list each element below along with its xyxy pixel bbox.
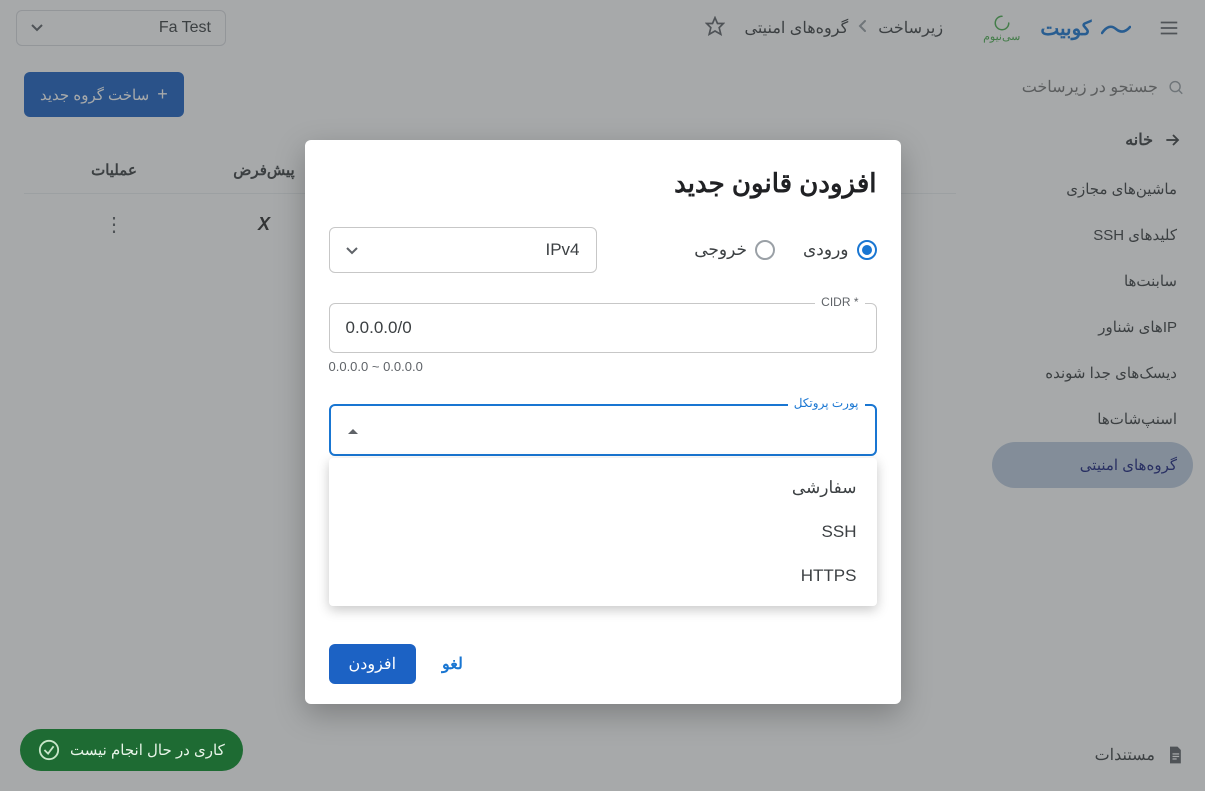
modal-title: افزودن قانون جدید: [329, 168, 877, 199]
ip-version-select[interactable]: IPv4: [329, 227, 597, 273]
protocol-label: پورت پروتکل: [788, 396, 865, 410]
protocol-option-custom[interactable]: سفارشی: [329, 466, 877, 510]
add-rule-modal: افزودن قانون جدید ورودی خروجی IPv4: [305, 140, 901, 704]
caret-up-icon: [347, 420, 359, 440]
cancel-button[interactable]: لغو: [430, 644, 475, 684]
radio-unchecked-icon: [755, 240, 775, 260]
check-circle-icon: [38, 739, 60, 761]
protocol-dropdown: سفارشی SSH HTTPS: [329, 458, 877, 606]
cidr-label: CIDR *: [815, 295, 864, 309]
protocol-select[interactable]: [329, 404, 877, 456]
radio-egress-label: خروجی: [694, 240, 747, 260]
protocol-option-https[interactable]: HTTPS: [329, 554, 877, 598]
cidr-input[interactable]: [329, 303, 877, 353]
modal-overlay[interactable]: افزودن قانون جدید ورودی خروجی IPv4: [0, 0, 1205, 791]
radio-ingress[interactable]: ورودی: [803, 240, 877, 260]
radio-ingress-label: ورودی: [803, 240, 849, 260]
modal-actions: افزودن لغو: [329, 644, 877, 684]
protocol-option-ssh[interactable]: SSH: [329, 510, 877, 554]
cidr-hint: 0.0.0.0 ~ 0.0.0.0: [329, 359, 877, 374]
direction-radio-group: ورودی خروجی: [694, 240, 876, 260]
cidr-field: CIDR * 0.0.0.0 ~ 0.0.0.0: [329, 303, 877, 374]
status-text: کاری در حال انجام نیست: [70, 741, 225, 759]
protocol-field: پورت پروتکل سفارشی SSH HTTPS: [329, 404, 877, 606]
status-pill[interactable]: کاری در حال انجام نیست: [20, 729, 243, 771]
ip-version-value: IPv4: [545, 240, 579, 260]
radio-egress[interactable]: خروجی: [694, 240, 775, 260]
submit-button[interactable]: افزودن: [329, 644, 417, 684]
radio-checked-icon: [857, 240, 877, 260]
caret-down-icon: [346, 240, 358, 260]
